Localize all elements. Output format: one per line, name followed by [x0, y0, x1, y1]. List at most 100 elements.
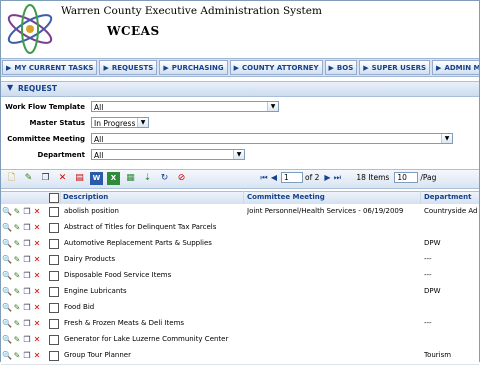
cell-description[interactable]: Food Bid: [64, 303, 242, 311]
view-icon[interactable]: 🔍: [2, 318, 12, 329]
table-row: 🔍 ✎ ❐ ✕ Engine Lubricants DPW: [1, 284, 479, 301]
page-size-select[interactable]: 10: [394, 172, 419, 183]
row-checkbox[interactable]: [49, 335, 59, 345]
page-number-input[interactable]: 1: [281, 172, 303, 183]
delete-icon[interactable]: ✕: [32, 254, 42, 265]
nav-county-attorney[interactable]: ▶ COUNTY ATTORNEY: [229, 60, 323, 75]
department-select[interactable]: All ▼: [91, 149, 245, 160]
delete-icon[interactable]: ✕: [56, 172, 69, 185]
edit-icon[interactable]: ✎: [12, 334, 22, 345]
edit-icon[interactable]: ✎: [12, 254, 22, 265]
copy-icon[interactable]: ❐: [22, 334, 32, 345]
view-icon[interactable]: 🔍: [2, 270, 12, 281]
nav-my-current-tasks[interactable]: ▶ MY CURRENT TASKS: [2, 60, 98, 75]
view-icon[interactable]: 🔍: [2, 254, 12, 265]
clear-filter-icon[interactable]: ⊘: [175, 172, 188, 185]
delete-icon[interactable]: ✕: [32, 222, 42, 233]
cell-department: DPW: [424, 239, 441, 247]
cell-description[interactable]: Engine Lubricants: [64, 287, 242, 295]
cell-description[interactable]: Fresh & Frozen Meats & Deli Items: [64, 319, 242, 327]
row-checkbox[interactable]: [49, 303, 59, 313]
copy-icon[interactable]: ❐: [39, 172, 52, 185]
edit-icon[interactable]: ✎: [12, 302, 22, 313]
view-icon[interactable]: 🔍: [2, 302, 12, 313]
first-page-icon[interactable]: ⏮: [259, 172, 269, 183]
cell-description[interactable]: Disposable Food Service Items: [64, 271, 242, 279]
row-checkbox[interactable]: [49, 351, 59, 361]
cell-description[interactable]: Generator for Lake Luzerne Community Cen…: [64, 335, 242, 343]
last-page-icon[interactable]: ⏭: [332, 172, 342, 183]
copy-icon[interactable]: ❐: [22, 286, 32, 297]
cell-description[interactable]: abolish position: [64, 207, 242, 215]
delete-icon[interactable]: ✕: [32, 318, 42, 329]
view-icon[interactable]: 🔍: [2, 286, 12, 297]
panel-title: REQUEST: [18, 84, 58, 93]
committee-select[interactable]: All ▼: [91, 133, 453, 144]
cell-department: ---: [424, 255, 432, 263]
nav-admin-menu[interactable]: ▶ADMIN ME: [432, 60, 479, 75]
row-checkbox[interactable]: [49, 239, 59, 249]
view-icon[interactable]: 🔍: [2, 350, 12, 361]
edit-icon[interactable]: ✎: [12, 350, 22, 361]
pdf-export-icon[interactable]: ▤: [73, 172, 86, 185]
row-checkbox[interactable]: [49, 255, 59, 265]
column-header-department[interactable]: Department: [424, 193, 471, 201]
edit-icon[interactable]: ✎: [12, 270, 22, 281]
next-page-icon[interactable]: ▶: [322, 172, 332, 183]
column-header-committee[interactable]: Committee Meeting: [247, 193, 325, 201]
cell-description[interactable]: Abstract of Titles for Delinquent Tax Pa…: [64, 223, 242, 231]
row-checkbox[interactable]: [49, 207, 59, 217]
copy-icon[interactable]: ❐: [22, 270, 32, 281]
delete-icon[interactable]: ✕: [32, 270, 42, 281]
edit-icon[interactable]: ✎: [12, 222, 22, 233]
row-checkbox[interactable]: [49, 223, 59, 233]
request-panel-header[interactable]: ▼ REQUEST: [1, 81, 479, 97]
row-checkbox[interactable]: [49, 319, 59, 329]
csv-export-icon[interactable]: ▦: [124, 172, 137, 185]
edit-icon[interactable]: ✎: [22, 172, 35, 185]
view-icon[interactable]: 🔍: [2, 238, 12, 249]
import-icon[interactable]: ⇣: [141, 172, 154, 185]
row-checkbox[interactable]: [49, 271, 59, 281]
view-icon[interactable]: 🔍: [2, 334, 12, 345]
nav-requests[interactable]: ▶ REQUESTS: [99, 60, 158, 75]
edit-icon[interactable]: ✎: [12, 286, 22, 297]
delete-icon[interactable]: ✕: [32, 302, 42, 313]
delete-icon[interactable]: ✕: [32, 350, 42, 361]
cell-description[interactable]: Dairy Products: [64, 255, 242, 263]
master-status-select[interactable]: In Progress ▼: [91, 117, 149, 128]
edit-icon[interactable]: ✎: [12, 238, 22, 249]
workflow-select[interactable]: All ▼: [91, 101, 279, 112]
delete-icon[interactable]: ✕: [32, 286, 42, 297]
arrow-right-icon: ▶: [233, 63, 239, 72]
delete-icon[interactable]: ✕: [32, 206, 42, 217]
refresh-icon[interactable]: ↻: [158, 172, 171, 185]
view-icon[interactable]: 🔍: [2, 206, 12, 217]
copy-icon[interactable]: ❐: [22, 222, 32, 233]
column-header-description[interactable]: Description: [63, 193, 108, 201]
copy-icon[interactable]: ❐: [22, 238, 32, 249]
delete-icon[interactable]: ✕: [32, 334, 42, 345]
edit-icon[interactable]: ✎: [12, 206, 22, 217]
copy-icon[interactable]: ❐: [22, 350, 32, 361]
cell-description[interactable]: Automotive Replacement Parts & Supplies: [64, 239, 242, 247]
edit-icon[interactable]: ✎: [12, 318, 22, 329]
cell-description[interactable]: Group Tour Planner: [64, 351, 242, 359]
word-export-icon[interactable]: W: [90, 172, 103, 185]
nav-super-users[interactable]: ▶ SUPER USERS: [359, 60, 431, 75]
row-checkbox[interactable]: [49, 287, 59, 297]
excel-export-icon[interactable]: X: [107, 172, 120, 185]
nav-bos[interactable]: ▶ BOS: [324, 60, 358, 75]
copy-icon[interactable]: ❐: [22, 206, 32, 217]
copy-icon[interactable]: ❐: [22, 318, 32, 329]
view-icon[interactable]: 🔍: [2, 222, 12, 233]
copy-icon[interactable]: ❐: [22, 254, 32, 265]
new-document-icon[interactable]: 🗋: [5, 172, 18, 185]
filter-form: Work Flow Template All ▼ Master Status In…: [1, 97, 479, 165]
committee-row: Committee Meeting All ▼: [1, 133, 479, 145]
select-all-checkbox[interactable]: [49, 193, 59, 203]
copy-icon[interactable]: ❐: [22, 302, 32, 313]
nav-purchasing[interactable]: ▶ PURCHASING: [159, 60, 228, 75]
delete-icon[interactable]: ✕: [32, 238, 42, 249]
prev-page-icon[interactable]: ◀: [269, 172, 279, 183]
